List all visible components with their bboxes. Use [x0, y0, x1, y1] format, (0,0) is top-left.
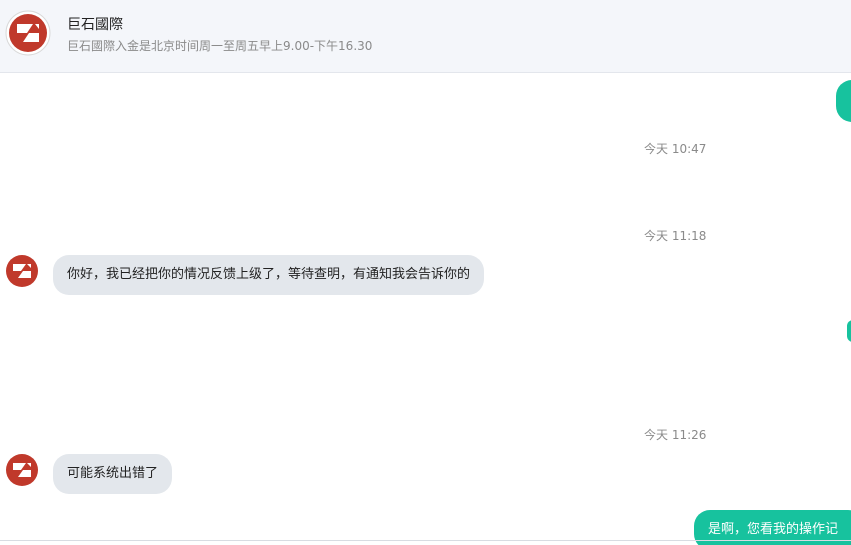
- agent-avatar-icon[interactable]: [5, 254, 39, 288]
- message-timestamp: 今天 11:26: [644, 428, 707, 442]
- incoming-message-bubble[interactable]: 可能系统出错了: [53, 454, 173, 494]
- outgoing-message-bubble[interactable]: [836, 80, 851, 122]
- chat-subtitle: 巨石國際入金是北京时间周一至周五早上9.00-下午16.30: [67, 39, 373, 53]
- chat-title: 巨石國際: [67, 17, 123, 33]
- company-logo-icon[interactable]: [5, 10, 51, 56]
- incoming-message-bubble[interactable]: 你好，我已经把你的情况反馈上级了，等待查明，有通知我会告诉你的: [53, 255, 485, 295]
- input-divider: [0, 540, 851, 541]
- agent-avatar-icon[interactable]: [5, 453, 39, 487]
- chat-header: 巨石國際 巨石國際入金是北京时间周一至周五早上9.00-下午16.30: [0, 0, 851, 73]
- outgoing-message-bubble[interactable]: [847, 320, 851, 342]
- chat-window: 巨石國際 巨石國際入金是北京时间周一至周五早上9.00-下午16.30 今天 1…: [0, 0, 851, 545]
- message-timestamp: 今天 10:47: [644, 142, 707, 156]
- message-timestamp: 今天 11:18: [644, 229, 707, 243]
